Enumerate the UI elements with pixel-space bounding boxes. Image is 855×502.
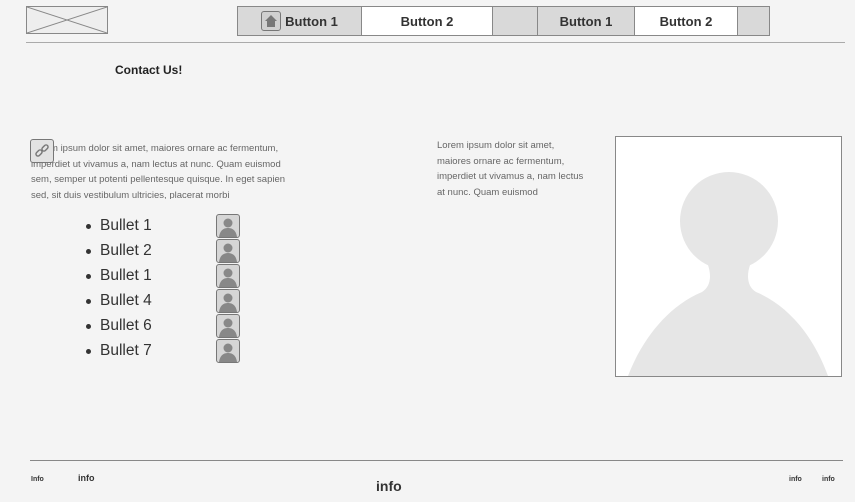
nav-button-4[interactable]: Button 2 xyxy=(635,7,738,35)
user-avatar-icon[interactable] xyxy=(216,314,240,338)
list-item: Bullet 1 xyxy=(84,263,152,288)
nav-button-1[interactable]: Button 1 xyxy=(238,7,362,35)
bullet-list: Bullet 1 Bullet 2 Bullet 1 Bullet 4 Bull… xyxy=(84,213,152,363)
footer-info-center[interactable]: info xyxy=(376,478,402,494)
link-icon[interactable] xyxy=(30,139,54,163)
logo-placeholder xyxy=(26,6,108,34)
user-avatar-icon[interactable] xyxy=(216,239,240,263)
footer-info-4[interactable]: info xyxy=(822,476,835,483)
user-avatar-icon[interactable] xyxy=(216,214,240,238)
nav-button-empty-2[interactable] xyxy=(738,7,769,35)
user-avatar-icon[interactable] xyxy=(216,264,240,288)
nav-button-2-label: Button 2 xyxy=(400,13,454,29)
nav-button-2[interactable]: Button 2 xyxy=(362,7,493,35)
nav-button-1-label: Button 1 xyxy=(285,13,338,29)
footer-info-3[interactable]: info xyxy=(789,476,802,483)
text-block-left: Lorem ipsum dolor sit amet, maiores orna… xyxy=(31,143,286,199)
profile-photo-placeholder xyxy=(615,136,842,377)
list-item: Bullet 6 xyxy=(84,313,152,338)
user-avatar-icon[interactable] xyxy=(216,289,240,313)
list-item: Bullet 4 xyxy=(84,288,152,313)
user-avatar-icon[interactable] xyxy=(216,339,240,363)
page-title: Contact Us! xyxy=(115,63,183,77)
user-silhouette-icon xyxy=(628,172,828,376)
nav-button-3[interactable]: Button 1 xyxy=(538,7,635,35)
placeholder-image-icon xyxy=(27,7,107,33)
nav-button-3-label: Button 1 xyxy=(559,13,613,29)
nav-button-group-2: Button 1 Button 2 xyxy=(537,6,770,36)
nav-button-4-label: Button 2 xyxy=(659,13,713,29)
nav-button-group-1: Button 1 Button 2 xyxy=(237,6,546,36)
list-item: Bullet 2 xyxy=(84,238,152,263)
list-item: Bullet 7 xyxy=(84,338,152,363)
footer-info-1[interactable]: Info xyxy=(31,476,44,483)
list-item: Bullet 1 xyxy=(84,213,152,238)
avatar-column xyxy=(216,214,240,364)
text-block-right: Lorem ipsum dolor sit amet, maiores orna… xyxy=(437,140,584,198)
header-divider xyxy=(26,42,845,43)
home-icon xyxy=(261,11,282,31)
footer-info-2[interactable]: info xyxy=(78,473,95,483)
footer-divider xyxy=(30,460,843,461)
